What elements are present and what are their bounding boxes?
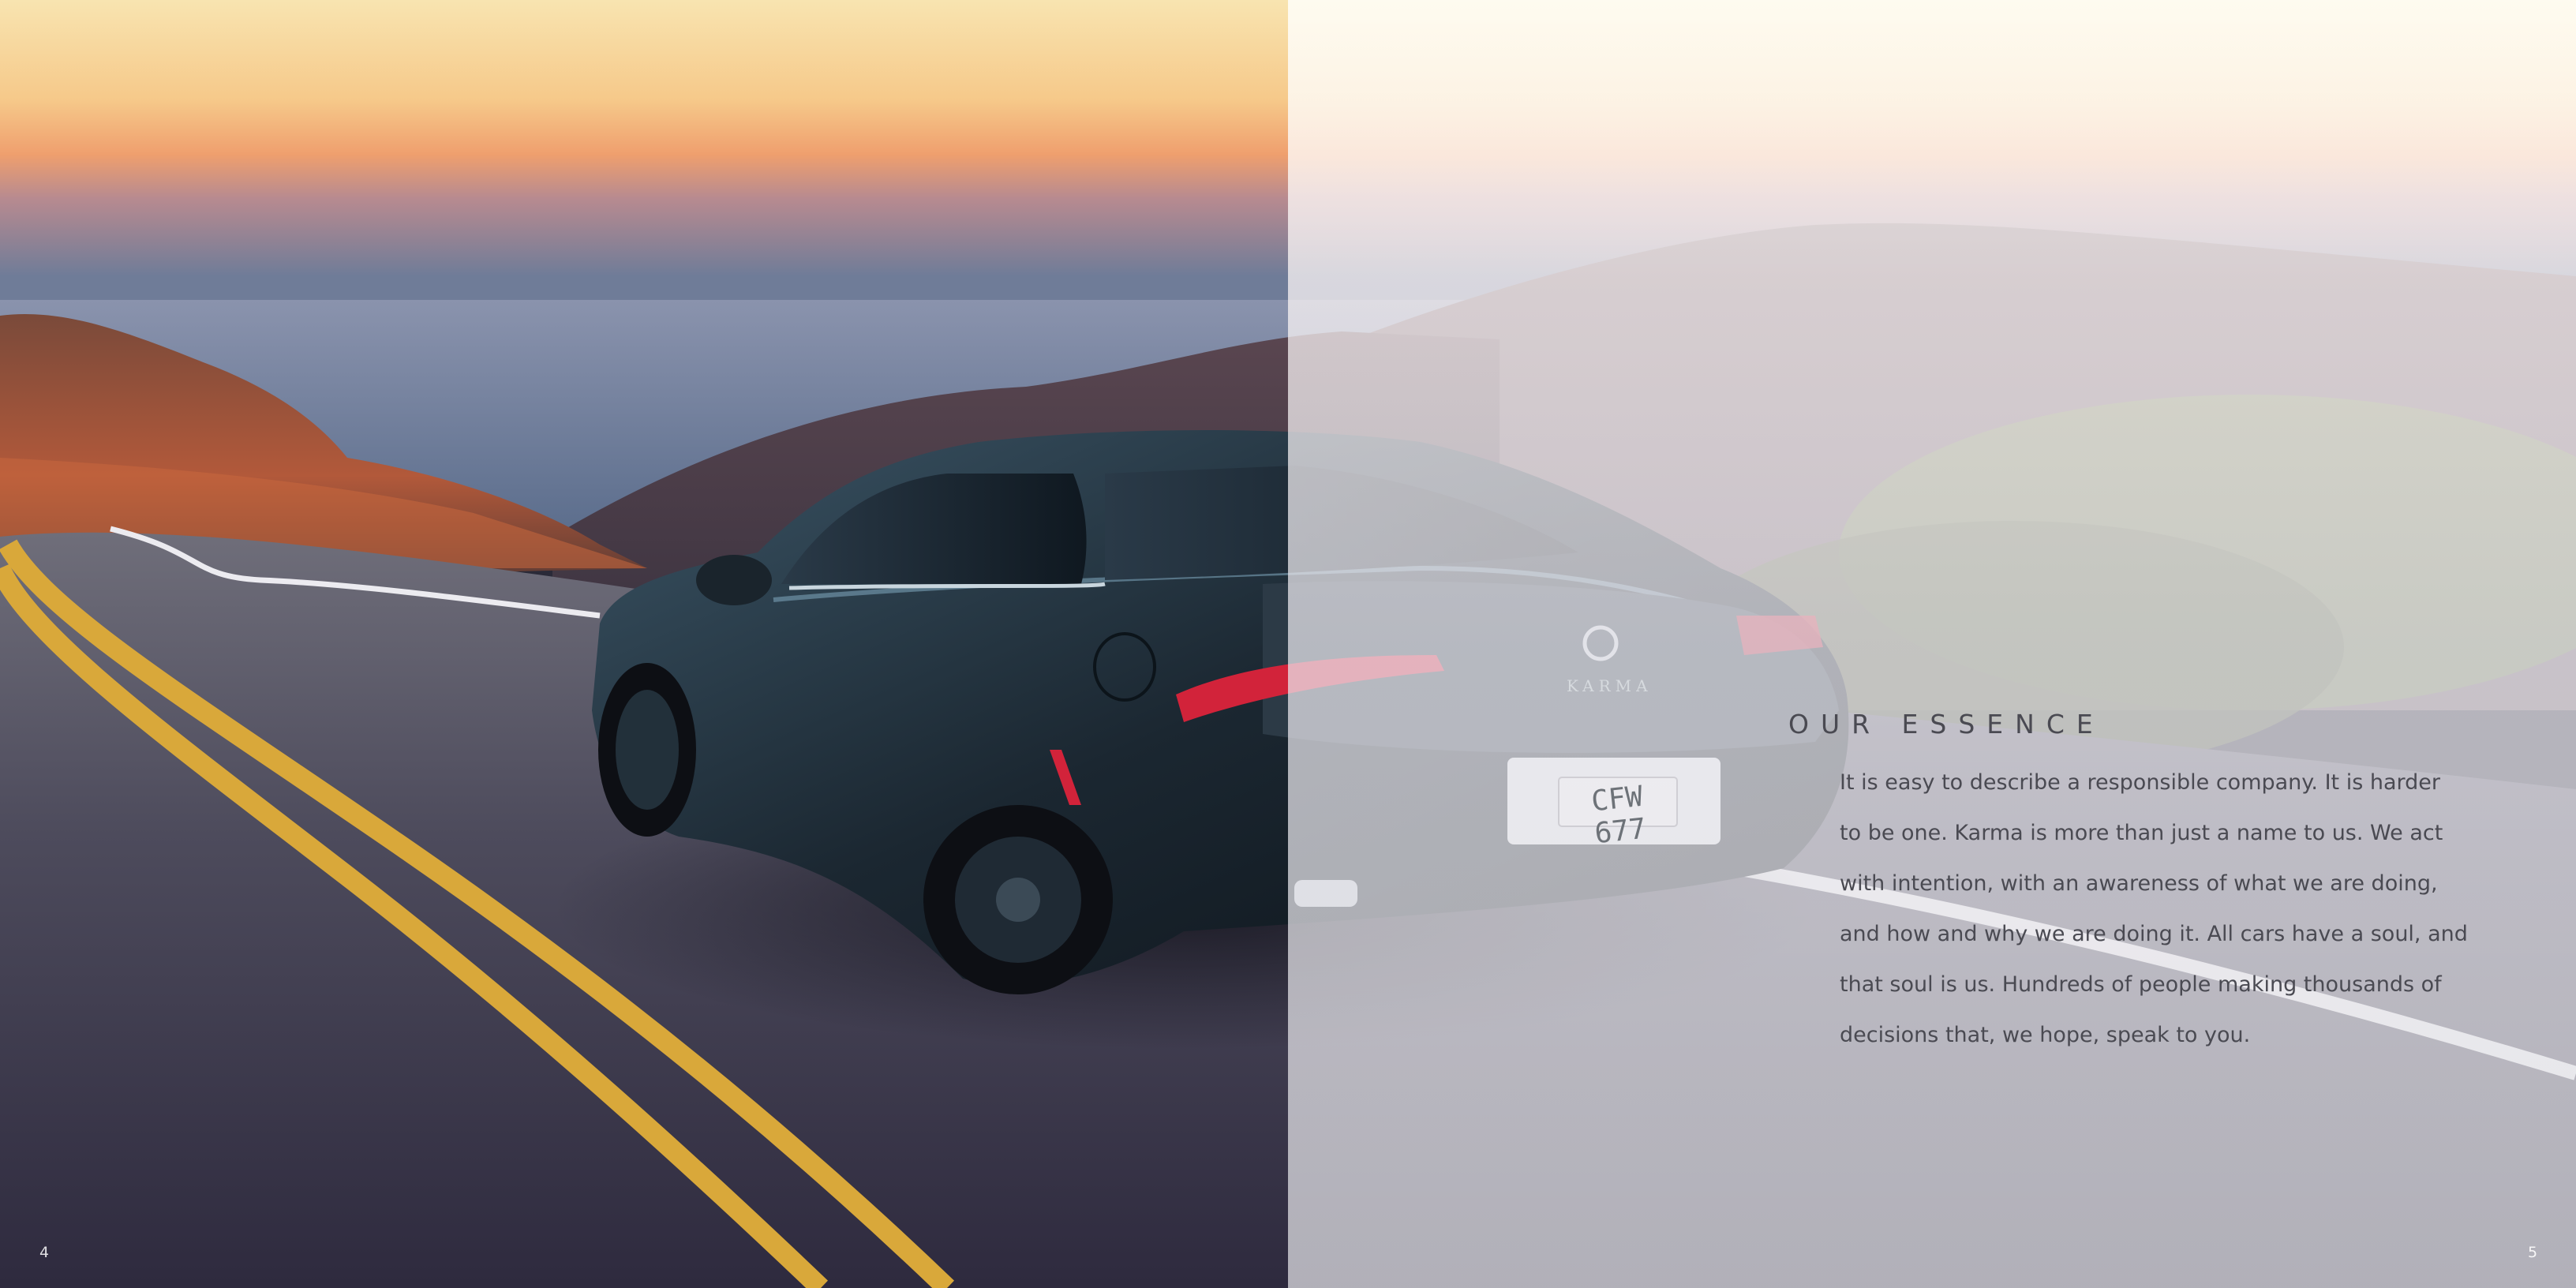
- license-plate: CFW 677: [1589, 780, 1648, 851]
- left-page-number: 4: [39, 1244, 50, 1261]
- body-line: with intention, with an awareness of wha…: [1840, 871, 2438, 896]
- body-line: decisions that, we hope, speak to you.: [1840, 1023, 2251, 1047]
- essence-body: It is easy to describe a responsible com…: [1840, 758, 2487, 1061]
- trunk-badge: KARMA: [1567, 676, 1653, 695]
- right-page-number: 5: [2528, 1244, 2538, 1261]
- body-line: It is easy to describe a responsible com…: [1840, 770, 2441, 795]
- brochure-spread: CFW 677 KARMA OUR ESSENCE It is easy to …: [0, 0, 2576, 1288]
- body-line: and how and why we are doing it. All car…: [1840, 922, 2468, 946]
- right-page-translucent-panel: [1288, 0, 2576, 1288]
- body-line: that soul is us. Hundreds of people maki…: [1840, 972, 2442, 997]
- body-line: to be one. Karma is more than just a nam…: [1840, 821, 2443, 845]
- section-heading: OUR ESSENCE: [1788, 709, 2105, 739]
